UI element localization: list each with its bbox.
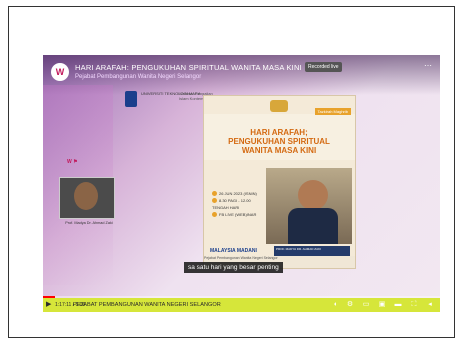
subtitle-caption: sa satu hari yang besar penting xyxy=(184,262,283,273)
poster-title-line-3: WANITA MASA KINI xyxy=(241,146,317,155)
autoplay-icon[interactable]: ◐ xyxy=(331,298,341,312)
info-time: 8.30 PAGI - 12.00 TENGAH HARI xyxy=(212,198,251,210)
speaker-face xyxy=(74,182,98,210)
poster-title-line-1: HARI ARAFAH; xyxy=(250,128,308,137)
event-poster: Tazkirah Maghrib HARI ARAFAH; PENGUKUHAN… xyxy=(203,95,356,269)
miniplayer-icon[interactable]: ▣ xyxy=(377,298,387,312)
volume-icon[interactable]: ◂ xyxy=(425,298,435,312)
recorded-live-badge: Recorded live xyxy=(305,62,342,72)
facebook-icon xyxy=(212,212,217,218)
play-icon[interactable]: ▶ xyxy=(46,298,51,312)
partner-logos: W ⚑ xyxy=(67,159,78,165)
clock-icon xyxy=(212,198,217,204)
presenter-portrait xyxy=(298,180,328,210)
info-platform: FB LIVE (WEB)INAR xyxy=(212,211,262,218)
channel-name[interactable]: Pejabat Pembangunan Wanita Negeri Selang… xyxy=(75,74,201,80)
university-logo-icon xyxy=(125,91,137,107)
settings-icon[interactable]: ⚙ xyxy=(345,298,355,312)
presenter-suit xyxy=(288,208,338,244)
event-info: 26 JUN 2023 (ISNIN) 8.30 PAGI - 12.00 TE… xyxy=(212,190,262,218)
video-title[interactable]: HARI ARAFAH: PENGUKUHAN SPIRITUAL WANITA… xyxy=(75,63,302,72)
info-date: 26 JUN 2023 (ISNIN) xyxy=(212,190,262,197)
video-player[interactable]: W HARI ARAFAH: PENGUKUHAN SPIRITUAL WANI… xyxy=(43,55,440,312)
page-frame: W HARI ARAFAH: PENGUKUHAN SPIRITUAL WANI… xyxy=(8,6,455,338)
slide-header: UNIVERSITI TEKNOLOGI MARA Webinar Pengaj… xyxy=(125,91,215,113)
chapter-title[interactable]: PEJABAT PEMBANGUNAN WANITA NEGERI SELANG… xyxy=(73,298,221,312)
subtitles-icon[interactable]: ▭ xyxy=(361,298,371,312)
speaker-name: Prof. Madya Dr. Ahmad Zaki xyxy=(65,221,113,225)
calendar-icon xyxy=(212,191,217,197)
poster-title-line-2: PENGUKUHAN SPIRITUAL xyxy=(228,137,330,146)
theater-icon[interactable]: ▬ xyxy=(393,298,403,312)
malaysia-madani-logo: MALAYSIA MADANI xyxy=(210,248,257,254)
speaker-camera xyxy=(59,177,115,219)
poster-tag: Tazkirah Maghrib xyxy=(314,108,351,115)
fullscreen-icon[interactable]: ⛶ xyxy=(409,298,419,312)
channel-logo-icon[interactable]: W xyxy=(51,63,69,81)
more-menu-icon[interactable]: ⋯ xyxy=(424,61,432,70)
player-controls: ▶ 1:17:11 / 1:06 PEJABAT PEMBANGUNAN WAN… xyxy=(43,298,440,312)
poster-title: HARI ARAFAH; PENGUKUHAN SPIRITUAL WANITA… xyxy=(214,128,344,155)
crest-icon xyxy=(270,100,288,112)
